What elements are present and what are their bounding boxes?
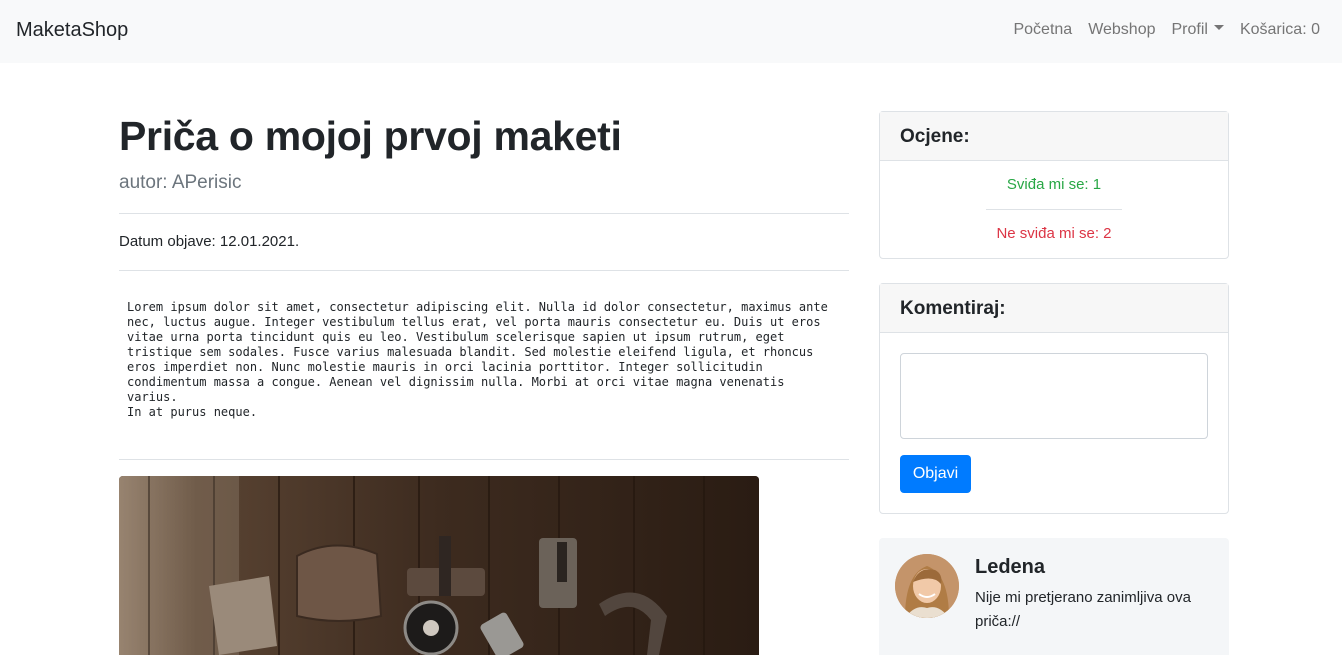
- comment-item: Ledena Nije mi pretjerano zanimljiva ova…: [879, 538, 1229, 655]
- nav-profile-label: Profil: [1171, 21, 1208, 38]
- article-date: Datum objave: 12.01.2021.: [119, 233, 300, 250]
- post-comment-button[interactable]: Objavi: [900, 455, 971, 493]
- ratings-card: Ocjene: Sviđa mi se: 1 Ne sviđa mi se: 2: [879, 111, 1229, 259]
- divider: [119, 270, 849, 271]
- brand-link[interactable]: MaketaShop: [16, 19, 128, 42]
- divider: [986, 209, 1122, 210]
- comment-form-card: Komentiraj: Objavi: [879, 283, 1229, 514]
- article-title: Priča o mojoj prvoj maketi: [119, 113, 622, 159]
- nav-links: Početna Webshop Profil Košarica: 0: [1013, 21, 1320, 39]
- nav-profile-dropdown[interactable]: Profil: [1172, 21, 1224, 39]
- comment-author: Ledena: [975, 556, 1046, 578]
- article-body: Lorem ipsum dolor sit amet, consectetur …: [127, 300, 828, 419]
- comment-text: Nije mi pretjerano zanimljiva ova priča:…: [975, 589, 1191, 630]
- nav-cart-link[interactable]: Košarica: 0: [1240, 21, 1320, 39]
- nav-webshop-link[interactable]: Webshop: [1088, 21, 1155, 39]
- divider: [119, 459, 849, 460]
- nav-home-link[interactable]: Početna: [1013, 21, 1072, 39]
- article-author: autor: APerisic: [119, 172, 242, 193]
- navbar: MaketaShop Početna Webshop Profil Košari…: [0, 0, 1342, 63]
- comment-textarea[interactable]: [900, 353, 1208, 439]
- user-avatar-icon: [895, 554, 959, 618]
- avatar: [895, 554, 959, 618]
- like-rating[interactable]: Sviđa mi se: 1: [880, 176, 1228, 193]
- divider: [119, 213, 849, 214]
- caret-down-icon: [1213, 25, 1224, 31]
- ratings-header: Ocjene:: [880, 112, 1228, 161]
- tools-photo: [119, 476, 759, 655]
- article-image: [119, 476, 759, 655]
- comment-form-header: Komentiraj:: [880, 284, 1228, 333]
- dislike-rating[interactable]: Ne sviđa mi se: 2: [880, 225, 1228, 242]
